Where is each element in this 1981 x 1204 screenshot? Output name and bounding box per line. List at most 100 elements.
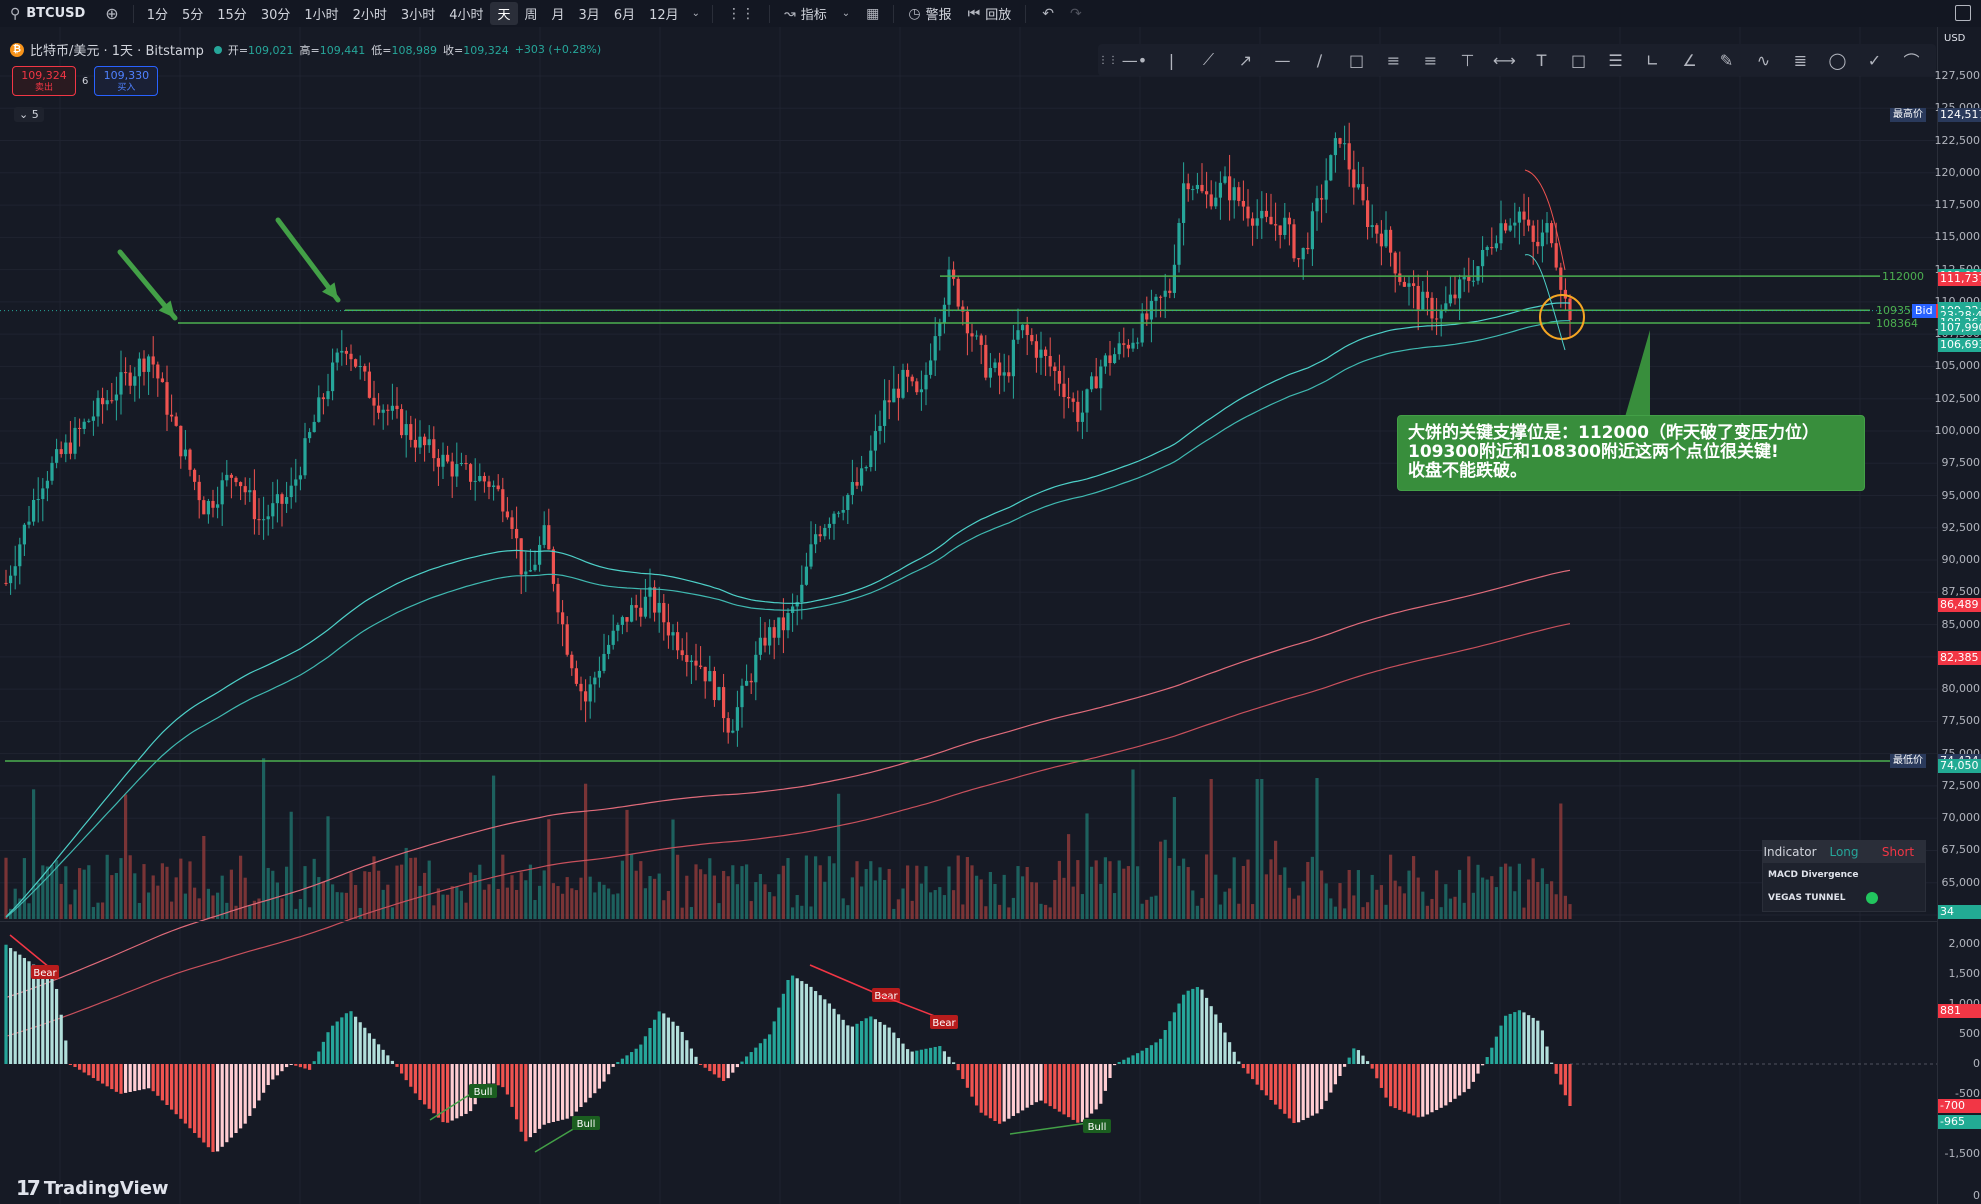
macd-bar [441, 1064, 445, 1123]
macd-bar [36, 967, 40, 1064]
symbol-search[interactable]: ⚲ BTCUSD [0, 6, 97, 22]
date-range-icon[interactable]: ⟷ [1486, 51, 1523, 70]
timeframe-2[interactable]: 15分 [210, 2, 254, 25]
volume-bar [887, 868, 891, 919]
macd-bar [1338, 1064, 1342, 1076]
candle-body [823, 527, 827, 537]
candle-body [869, 450, 873, 468]
replay-button[interactable]: ⏮ 回放 [960, 4, 1020, 24]
chevron-down-icon[interactable]: ⌄ [686, 8, 706, 19]
arc-icon[interactable]: ⌒ [1893, 48, 1930, 72]
text-icon[interactable]: T [1523, 51, 1560, 70]
candle-body [372, 397, 376, 406]
timeframe-10[interactable]: 月 [545, 2, 572, 25]
alert-button[interactable]: ◷ 警报 [900, 4, 959, 24]
macd-bar [335, 1021, 339, 1064]
add-symbol-icon[interactable]: ⊕ [97, 4, 126, 23]
candle-body [1278, 225, 1282, 235]
candle-body [1448, 294, 1452, 304]
market-open-icon [213, 45, 222, 54]
macd-bar [331, 1025, 335, 1064]
sell-button[interactable]: 109,324 卖出 [12, 66, 76, 96]
volume-bar [1191, 890, 1195, 919]
volume-bar [653, 878, 657, 919]
currency-label[interactable]: USD [1944, 33, 1965, 44]
trend-line-icon[interactable]: ⟋ [1190, 50, 1227, 70]
timeframe-13[interactable]: 12月 [642, 2, 686, 25]
price-range-icon[interactable]: ⊤ [1449, 51, 1486, 70]
volume-bar [1550, 881, 1554, 919]
support-annotation[interactable]: 大饼的关键支撑位是：112000（昨天破了变压力位） 109300附近和1083… [1397, 415, 1865, 491]
note-icon[interactable]: ☰ [1597, 51, 1634, 70]
price-axis[interactable]: USD 127,500125,000122,500120,000117,5001… [1934, 27, 1981, 1204]
timeframe-0[interactable]: 1分 [140, 2, 175, 25]
ray-icon[interactable]: ↗ [1227, 51, 1264, 70]
close-label: 收= [442, 43, 464, 57]
redo-icon[interactable]: ↷ [1064, 6, 1088, 22]
circle-icon[interactable]: ◯ [1819, 51, 1856, 70]
candle-body [1531, 225, 1535, 242]
timeframe-3[interactable]: 30分 [254, 2, 298, 25]
volume-bar [671, 819, 675, 919]
candle-body [459, 463, 463, 465]
price-tick: 80,000 [1941, 682, 1981, 696]
candle-body [1007, 372, 1011, 377]
horizontal-line-icon[interactable]: — [1264, 51, 1301, 70]
timeframe-11[interactable]: 3月 [572, 2, 607, 25]
candle-body [133, 376, 137, 386]
vertical-line-icon[interactable]: | [1153, 51, 1190, 70]
timeframe-7[interactable]: 4小时 [442, 2, 490, 25]
high-value: 109,441 [319, 43, 366, 57]
parallel-channel-icon[interactable]: ∕ [1301, 51, 1338, 70]
brush-icon[interactable]: ✓ [1856, 51, 1893, 70]
callout-icon[interactable]: □ [1560, 51, 1597, 70]
price-chart[interactable]: 112000109356108364BearBullBullBearBearBu… [0, 27, 1937, 1204]
timeframe-8[interactable]: 天 [490, 2, 518, 25]
pen-icon[interactable]: ✎ [1708, 51, 1745, 70]
horizontal-ray-icon[interactable]: —• [1116, 51, 1153, 70]
candle-body [9, 575, 13, 584]
legend-title[interactable]: 比特币/美元 · 1天 · Bitstamp [30, 40, 204, 59]
fib-channel-icon[interactable]: ≡ [1412, 51, 1449, 70]
rectangle-icon[interactable]: □ [1338, 51, 1375, 70]
drag-handle-icon[interactable]: ⋮⋮ [1098, 55, 1118, 66]
timeframe-5[interactable]: 2小时 [346, 2, 394, 25]
pitchfork-icon[interactable]: ≣ [1782, 51, 1819, 70]
undo-icon[interactable]: ↶ [1032, 6, 1064, 22]
timeframe-4[interactable]: 1小时 [297, 2, 345, 25]
gann-fan-icon[interactable]: ∟ [1634, 51, 1671, 70]
macd-bar [298, 1064, 302, 1068]
volume-bar [501, 854, 505, 919]
candle-body [1269, 216, 1273, 225]
pane-divider[interactable] [0, 921, 1937, 922]
price-tick: 120,000 [1934, 165, 1981, 179]
macd-bar [1269, 1064, 1273, 1100]
macd-bar [915, 1050, 919, 1064]
buy-button[interactable]: 109,330 买入 [94, 66, 159, 96]
fib-retracement-icon[interactable]: ≡ [1375, 51, 1412, 70]
volume-bar [1030, 882, 1034, 919]
angle-icon[interactable]: ∠ [1671, 51, 1708, 70]
candle-body [712, 671, 716, 701]
macd-bar [630, 1052, 634, 1064]
fullscreen-icon[interactable] [1955, 5, 1971, 21]
layout-grid-icon[interactable]: ▦ [858, 6, 887, 22]
macd-bar [1182, 994, 1186, 1064]
volume-bar [211, 895, 215, 919]
timeframe-9[interactable]: 周 [518, 2, 545, 25]
timeframe-12[interactable]: 6月 [607, 2, 642, 25]
candle-body [1522, 211, 1526, 220]
indicators-button[interactable]: ↝ 指标 ⌄ [776, 4, 858, 24]
collapse-indicators-button[interactable]: ⌄ 5 [14, 107, 44, 122]
candle-body [436, 458, 440, 467]
path-icon[interactable]: ∿ [1745, 51, 1782, 70]
volume-bar [1379, 885, 1383, 919]
candle-style-icon[interactable]: ⋮⋮ [719, 6, 763, 22]
timeframe-6[interactable]: 3小时 [394, 2, 442, 25]
candle-body [1453, 294, 1457, 299]
tradingview-logo[interactable]: 17 TradingView [16, 1176, 169, 1200]
candle-body [1002, 372, 1006, 376]
timeframe-1[interactable]: 5分 [175, 2, 210, 25]
candle-body [754, 654, 758, 683]
volume-bar [271, 870, 275, 919]
